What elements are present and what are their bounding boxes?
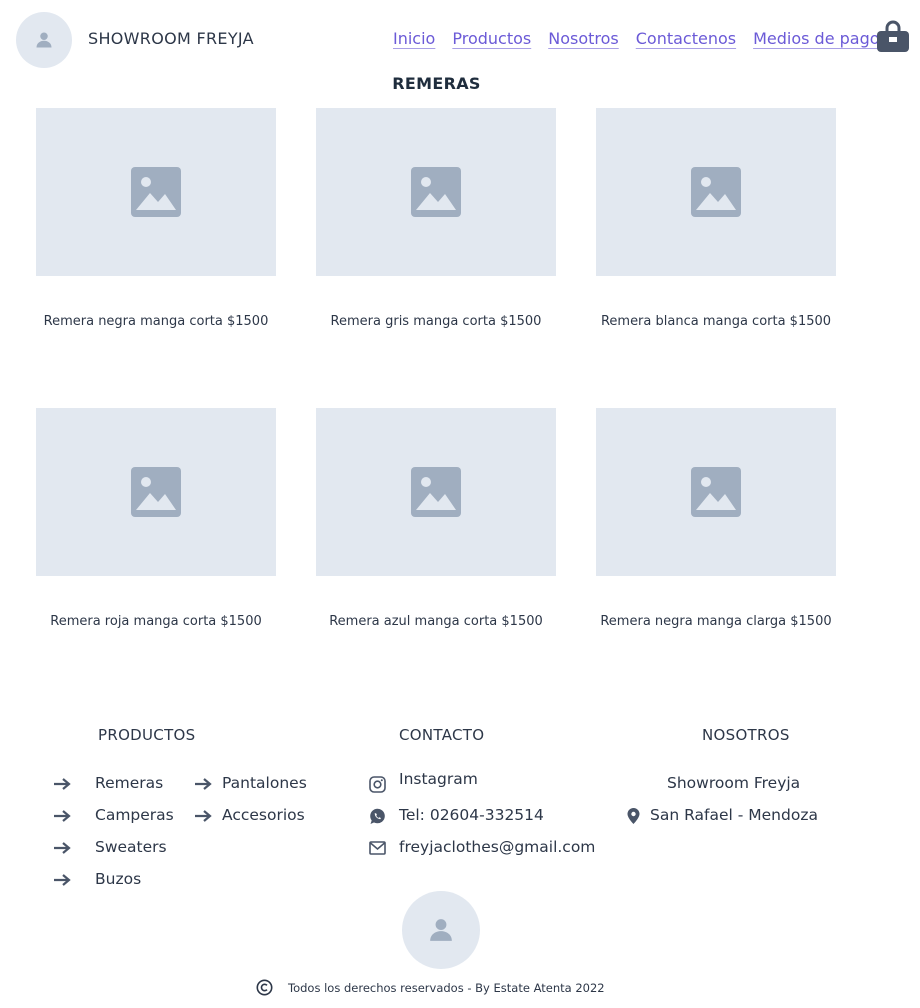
product-caption: Remera roja manga corta $1500 xyxy=(50,614,262,629)
product-card[interactable]: Remera negra manga corta $1500 xyxy=(36,108,276,329)
footer-link-buzos[interactable]: Buzos xyxy=(95,870,141,888)
section-title: REMERAS xyxy=(392,74,481,93)
mail-icon xyxy=(369,841,386,855)
image-placeholder-icon xyxy=(691,167,741,217)
image-placeholder-icon xyxy=(691,467,741,517)
product-caption: Remera azul manga corta $1500 xyxy=(329,614,543,629)
product-image xyxy=(316,408,556,576)
footer-phone[interactable]: Tel: 02604-332514 xyxy=(399,806,544,824)
arrow-right-icon xyxy=(54,842,71,854)
brand-name: SHOWROOM FREYJA xyxy=(88,29,254,48)
product-card[interactable]: Remera azul manga corta $1500 xyxy=(316,408,556,629)
nav-link-inicio[interactable]: Inicio xyxy=(393,29,435,48)
footer-instagram-link[interactable]: Instagram xyxy=(399,770,478,788)
footer-email[interactable]: freyjaclothes@gmail.com xyxy=(399,838,595,856)
footer-nosotros-title: NOSOTROS xyxy=(702,726,790,744)
whatsapp-icon xyxy=(370,808,385,824)
product-image xyxy=(316,108,556,276)
image-placeholder-icon xyxy=(411,167,461,217)
footer-contacto-title: CONTACTO xyxy=(399,726,485,744)
arrow-right-icon xyxy=(195,778,212,790)
map-pin-icon xyxy=(627,808,640,824)
footer-location: San Rafael - Mendoza xyxy=(650,806,818,824)
copyright-text: Todos los derechos reservados - By Estat… xyxy=(288,980,605,995)
footer-link-pantalones[interactable]: Pantalones xyxy=(222,774,307,792)
product-image xyxy=(36,108,276,276)
copyright-icon xyxy=(256,979,273,996)
product-image xyxy=(596,108,836,276)
footer-link-accesorios[interactable]: Accesorios xyxy=(222,806,305,824)
footer-showroom-name: Showroom Freyja xyxy=(667,774,801,792)
image-placeholder-icon xyxy=(131,467,181,517)
product-caption: Remera negra manga clarga $1500 xyxy=(600,614,832,629)
image-placeholder-icon xyxy=(411,467,461,517)
nav-link-nosotros[interactable]: Nosotros xyxy=(548,29,619,48)
footer-productos-title: PRODUCTOS xyxy=(98,726,196,744)
nav-link-contactenos[interactable]: Contactenos xyxy=(636,29,736,48)
arrow-right-icon xyxy=(54,810,71,822)
product-card[interactable]: Remera blanca manga corta $1500 xyxy=(596,108,836,329)
cart-button[interactable] xyxy=(876,20,910,54)
image-placeholder-icon xyxy=(131,167,181,217)
user-icon xyxy=(430,919,452,941)
footer-avatar xyxy=(402,891,480,969)
footer-link-remeras[interactable]: Remeras xyxy=(95,774,163,792)
product-caption: Remera negra manga corta $1500 xyxy=(43,314,269,329)
product-image xyxy=(596,408,836,576)
product-caption: Remera blanca manga corta $1500 xyxy=(600,314,832,329)
arrow-right-icon xyxy=(195,810,212,822)
footer-link-camperas[interactable]: Camperas xyxy=(95,806,174,824)
instagram-icon xyxy=(369,776,386,793)
nav-link-productos[interactable]: Productos xyxy=(452,29,531,48)
product-card[interactable]: Remera gris manga corta $1500 xyxy=(316,108,556,329)
product-image xyxy=(36,408,276,576)
product-card[interactable]: Remera roja manga corta $1500 xyxy=(36,408,276,629)
nav-link-medios-de-pago[interactable]: Medios de pago xyxy=(753,29,879,48)
arrow-right-icon xyxy=(54,778,71,790)
user-icon xyxy=(36,32,52,48)
shopping-bag-icon xyxy=(877,20,909,52)
product-caption: Remera gris manga corta $1500 xyxy=(330,314,542,329)
product-card[interactable]: Remera negra manga clarga $1500 xyxy=(596,408,836,629)
footer-link-sweaters[interactable]: Sweaters xyxy=(95,838,167,856)
copyright-bar: Todos los derechos reservados - By Estat… xyxy=(256,979,605,996)
header-avatar xyxy=(16,12,72,68)
main-nav: Inicio Productos Nosotros Contactenos Me… xyxy=(393,29,880,48)
arrow-right-icon xyxy=(54,874,71,886)
